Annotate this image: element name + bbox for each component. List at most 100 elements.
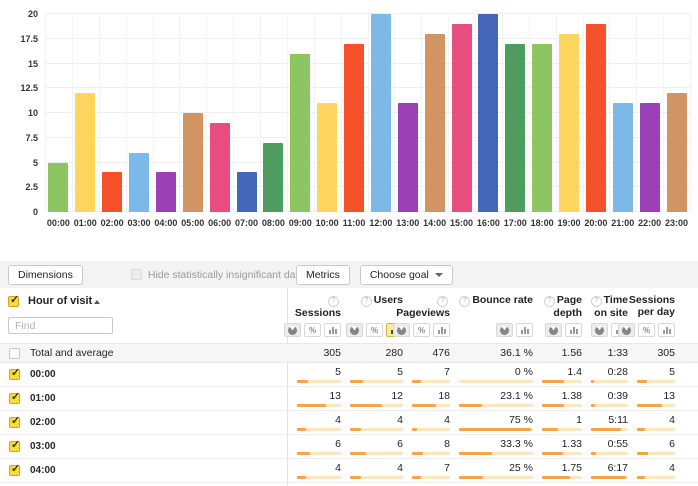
gridline <box>556 14 557 212</box>
chart-bar-21:00[interactable] <box>613 103 633 212</box>
row-checkbox[interactable] <box>9 417 20 428</box>
percent-icon: % <box>309 326 316 335</box>
row-checkbox[interactable] <box>9 441 20 452</box>
bars-view-button[interactable] <box>433 323 450 337</box>
chart-bar-15:00[interactable] <box>452 24 472 212</box>
total-row-label: Total and average <box>30 347 113 359</box>
total-row-checkbox[interactable] <box>9 348 20 359</box>
bars-view-button[interactable] <box>565 323 582 337</box>
metric-title-pageviews[interactable]: ?Pageviews <box>396 294 450 319</box>
metrics-button[interactable]: Metrics <box>296 265 350 285</box>
chart-bar-03:00[interactable] <box>129 153 149 212</box>
x-axis-label: 02:00 <box>99 218 126 228</box>
gridline <box>663 14 664 212</box>
metric-title-time-on-site[interactable]: ?Time on site <box>588 294 628 319</box>
bars-view-button[interactable] <box>658 323 675 337</box>
gridline <box>72 14 73 212</box>
chart-bar-09:00[interactable] <box>290 54 310 212</box>
help-icon[interactable]: ? <box>544 296 555 307</box>
pie-view-button[interactable] <box>496 323 513 337</box>
gridline <box>153 14 154 212</box>
pie-view-button[interactable] <box>591 323 608 337</box>
dimension-title[interactable]: Hour of visit <box>28 295 100 307</box>
row-label[interactable]: 04:00 <box>30 465 56 476</box>
choose-goal-button[interactable]: Choose goal <box>360 265 453 285</box>
value-bar-track <box>350 404 403 407</box>
value-bar-track <box>297 428 341 431</box>
gridline <box>609 14 610 212</box>
bars-view-button[interactable] <box>324 323 341 337</box>
chart-bar-02:00[interactable] <box>102 172 122 212</box>
percent-view-button[interactable]: % <box>366 323 383 337</box>
percent-view-button[interactable]: % <box>304 323 321 337</box>
pie-view-button[interactable] <box>346 323 363 337</box>
chart-bar-01:00[interactable] <box>75 93 95 212</box>
total-cell: 476 <box>403 344 450 362</box>
total-value: 280 <box>350 347 403 359</box>
value-bar-fill <box>350 380 363 383</box>
metric-cell: 4 <box>628 411 675 434</box>
chart-bar-14:00[interactable] <box>425 34 445 212</box>
pie-view-button[interactable] <box>284 323 301 337</box>
help-icon[interactable]: ? <box>437 296 448 307</box>
value-bar-track <box>459 404 533 407</box>
dimensions-button[interactable]: Dimensions <box>8 265 83 285</box>
pie-view-button[interactable] <box>393 323 410 337</box>
chart-bar-20:00[interactable] <box>586 24 606 212</box>
help-icon[interactable]: ? <box>361 296 372 307</box>
metric-cell: 0 % <box>450 363 533 386</box>
chart-bar-23:00[interactable] <box>667 93 687 212</box>
metric-header-bounce-rate: ?Bounce rate <box>450 291 533 343</box>
total-cell: 280 <box>341 344 403 362</box>
chart-bar-05:00[interactable] <box>183 113 203 212</box>
row-label[interactable]: 02:00 <box>30 417 56 428</box>
metric-title-sessions[interactable]: ?Sessions <box>294 294 341 319</box>
chart-bar-10:00[interactable] <box>317 103 337 212</box>
value-bar-track <box>459 476 533 479</box>
chart-bar-11:00[interactable] <box>344 44 364 212</box>
help-icon[interactable]: ? <box>459 296 470 307</box>
percent-view-button[interactable]: % <box>413 323 430 337</box>
row-checkbox[interactable] <box>9 465 20 476</box>
metric-title-bounce-rate[interactable]: ?Bounce rate <box>459 294 533 307</box>
value-bar-track <box>542 452 582 455</box>
pie-view-button[interactable] <box>545 323 562 337</box>
chart-bar-17:00[interactable] <box>505 44 525 212</box>
metric-title-sessions-per-day[interactable]: Sessions per day <box>629 294 675 318</box>
chart-bar-12:00[interactable] <box>371 14 391 212</box>
select-all-checkbox[interactable] <box>8 296 19 307</box>
metric-value: 6 <box>297 438 341 450</box>
help-icon[interactable]: ? <box>328 296 339 307</box>
metric-title-page-depth[interactable]: ?Page depth <box>539 294 582 319</box>
help-icon[interactable]: ? <box>591 296 602 307</box>
row-checkbox[interactable] <box>9 393 20 404</box>
x-axis-label: 14:00 <box>421 218 448 228</box>
metric-value: 12 <box>350 390 403 402</box>
hide-insignificant-checkbox[interactable] <box>131 269 142 280</box>
chart-bar-06:00[interactable] <box>210 123 230 212</box>
chart-bar-16:00[interactable] <box>478 14 498 212</box>
chart-bar-00:00[interactable] <box>48 163 68 213</box>
gridline <box>529 14 530 212</box>
hide-insignificant-control[interactable]: Hide statistically insignificant data <box>131 269 304 281</box>
row-checkbox[interactable] <box>9 369 20 380</box>
chart-bar-22:00[interactable] <box>640 103 660 212</box>
bars-view-button[interactable] <box>516 323 533 337</box>
percent-view-button[interactable]: % <box>638 323 655 337</box>
table-row: 04:0044725 %1.756:174 <box>0 459 698 483</box>
row-label[interactable]: 03:00 <box>30 441 56 452</box>
chart-bar-08:00[interactable] <box>263 143 283 212</box>
row-label[interactable]: 00:00 <box>30 369 56 380</box>
chart-bar-04:00[interactable] <box>156 172 176 212</box>
bar-chart-icon <box>329 327 337 334</box>
metric-value: 1.33 <box>542 438 582 450</box>
chart-bar-19:00[interactable] <box>559 34 579 212</box>
gridline <box>475 14 476 212</box>
row-label[interactable]: 01:00 <box>30 393 56 404</box>
find-input[interactable] <box>8 317 113 334</box>
value-bar-track <box>637 380 675 383</box>
chart-bar-18:00[interactable] <box>532 44 552 212</box>
chart-bar-07:00[interactable] <box>237 172 257 212</box>
pie-view-button[interactable] <box>618 323 635 337</box>
chart-bar-13:00[interactable] <box>398 103 418 212</box>
